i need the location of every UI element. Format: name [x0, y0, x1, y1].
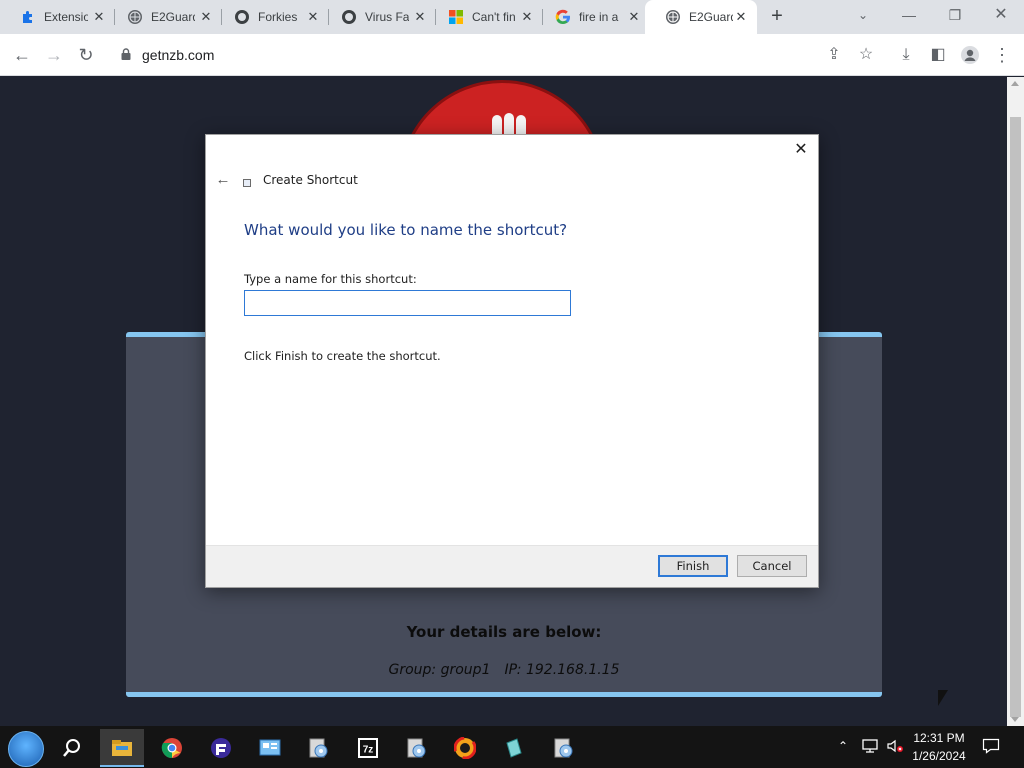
avatar-icon — [341, 9, 357, 25]
taskbar-browser[interactable] — [443, 729, 487, 767]
notifications-icon[interactable] — [982, 738, 1002, 768]
scroll-thumb[interactable] — [1010, 117, 1021, 717]
close-tab-icon[interactable]: ✕ — [733, 9, 749, 25]
dialog-footer: Finish Cancel — [206, 545, 818, 587]
browser-toolbar: ← → ↻ getnzb.com ⇪ ☆ ⤓ ◧ ⋮ — [0, 34, 1024, 76]
network-icon[interactable] — [862, 738, 880, 768]
taskbar-control-panel[interactable] — [248, 729, 292, 767]
mouse-cursor — [938, 690, 948, 706]
close-tab-icon[interactable]: ✕ — [305, 9, 321, 25]
show-hidden-icons[interactable]: ⌃ — [838, 739, 854, 768]
tab-fire-in-a[interactable]: fire in a ✕ — [535, 0, 650, 34]
svg-text:7z: 7z — [363, 745, 374, 756]
taskbar-setup-2[interactable] — [394, 729, 438, 767]
tab-strip: Extensio ✕ E2Guard ✕ Forkies ✕ Virus Fa … — [0, 0, 1024, 34]
menu-icon[interactable]: ⋮ — [988, 41, 1016, 69]
google-icon — [555, 9, 571, 25]
scroll-down-icon[interactable] — [1011, 717, 1019, 722]
shortcut-icon — [243, 179, 251, 187]
minimize-button[interactable]: — — [886, 0, 932, 34]
finish-hint: Click Finish to create the shortcut. — [244, 349, 441, 363]
dialog-heading: What would you like to name the shortcut… — [244, 221, 568, 239]
globe-icon — [127, 9, 143, 25]
tab-e2guardian[interactable]: E2Guard ✕ — [107, 0, 222, 34]
download-icon[interactable]: ⤓ — [892, 41, 920, 69]
dialog-title: Create Shortcut — [263, 173, 358, 187]
clock-date[interactable]: 1/26/2024 — [906, 749, 972, 763]
browser-icon — [453, 736, 477, 760]
app-icon — [210, 737, 232, 759]
shortcut-name-input[interactable] — [244, 290, 571, 316]
taskbar: 7z ⌃ 12:31 PM 1/26/2024 — [0, 726, 1024, 768]
search-icon — [61, 737, 83, 759]
side-panel-icon[interactable]: ◧ — [924, 41, 952, 69]
globe-icon — [665, 9, 681, 25]
bookmark-star-icon[interactable]: ☆ — [852, 41, 880, 69]
reload-icon[interactable]: ↻ — [72, 41, 100, 69]
group-label: Group: group1 — [388, 662, 491, 678]
details-line: Group: group1 IP: 192.168.1.15 — [126, 662, 882, 678]
taskbar-app-2[interactable] — [492, 729, 536, 767]
tab-title: fire in a — [579, 10, 619, 24]
new-tab-button[interactable]: + — [765, 5, 789, 29]
taskbar-app[interactable] — [199, 729, 243, 767]
address-bar[interactable]: getnzb.com — [107, 38, 887, 72]
taskbar-file-explorer[interactable] — [100, 729, 144, 767]
tab-title: E2Guard — [151, 10, 195, 24]
microsoft-icon — [448, 9, 464, 25]
tab-search-icon[interactable]: ⌄ — [840, 0, 886, 34]
close-tab-icon[interactable]: ✕ — [412, 9, 428, 25]
forward-icon[interactable]: → — [40, 41, 68, 69]
cancel-button[interactable]: Cancel — [737, 555, 807, 577]
url-text: getnzb.com — [142, 47, 215, 63]
taskbar-chrome[interactable] — [150, 729, 194, 767]
tab-title: Extensio — [44, 10, 88, 24]
restore-button[interactable]: ❐ — [932, 0, 978, 34]
details-title: Your details are below: — [406, 623, 602, 641]
taskbar-setup[interactable] — [296, 729, 340, 767]
close-tab-icon[interactable]: ✕ — [626, 9, 642, 25]
tab-virus[interactable]: Virus Fa ✕ — [321, 0, 436, 34]
ip-label: IP: 192.168.1.15 — [504, 662, 620, 678]
tab-title: Can't fin — [472, 10, 516, 24]
app-icon — [503, 737, 525, 759]
close-tab-icon[interactable]: ✕ — [198, 9, 214, 25]
avatar-icon — [234, 9, 250, 25]
share-icon[interactable]: ⇪ — [820, 41, 848, 69]
setup-icon — [552, 737, 574, 759]
tab-forkies[interactable]: Forkies ✕ — [214, 0, 329, 34]
taskbar-setup-3[interactable] — [541, 729, 585, 767]
setup-icon — [307, 737, 329, 759]
page-scrollbar[interactable] — [1007, 77, 1024, 726]
tab-extensions[interactable]: Extensio ✕ — [0, 0, 115, 34]
close-icon[interactable]: ✕ — [792, 141, 810, 159]
close-window-button[interactable]: ✕ — [978, 0, 1024, 34]
setup-icon — [405, 737, 427, 759]
close-tab-icon[interactable]: ✕ — [91, 9, 107, 25]
tab-cant-find[interactable]: Can't fin ✕ — [428, 0, 543, 34]
tab-title: Forkies — [258, 10, 298, 24]
shortcut-name-label: Type a name for this shortcut: — [244, 272, 417, 286]
start-button[interactable] — [8, 731, 44, 767]
tab-title: E2Guard — [689, 10, 733, 24]
tab-e2guardian-active[interactable]: E2Guard ✕ — [645, 0, 757, 34]
clock-time[interactable]: 12:31 PM — [906, 731, 972, 745]
puzzle-icon — [20, 9, 36, 25]
profile-icon[interactable] — [956, 41, 984, 69]
close-tab-icon[interactable]: ✕ — [519, 9, 535, 25]
finish-button[interactable]: Finish — [658, 555, 728, 577]
7zip-icon: 7z — [357, 737, 379, 759]
taskbar-7zip[interactable]: 7z — [346, 729, 390, 767]
lock-icon — [119, 47, 133, 61]
create-shortcut-dialog: ✕ ← Create Shortcut What would you like … — [205, 134, 819, 588]
scroll-up-icon[interactable] — [1011, 81, 1019, 86]
volume-muted-icon[interactable] — [886, 738, 906, 768]
back-icon[interactable]: ← — [8, 41, 36, 69]
chrome-icon — [161, 737, 183, 759]
back-arrow-icon[interactable]: ← — [214, 171, 232, 189]
tab-title: Virus Fa — [365, 10, 409, 24]
control-panel-icon — [259, 737, 281, 759]
file-explorer-icon — [111, 737, 133, 759]
taskbar-search[interactable] — [50, 729, 94, 767]
